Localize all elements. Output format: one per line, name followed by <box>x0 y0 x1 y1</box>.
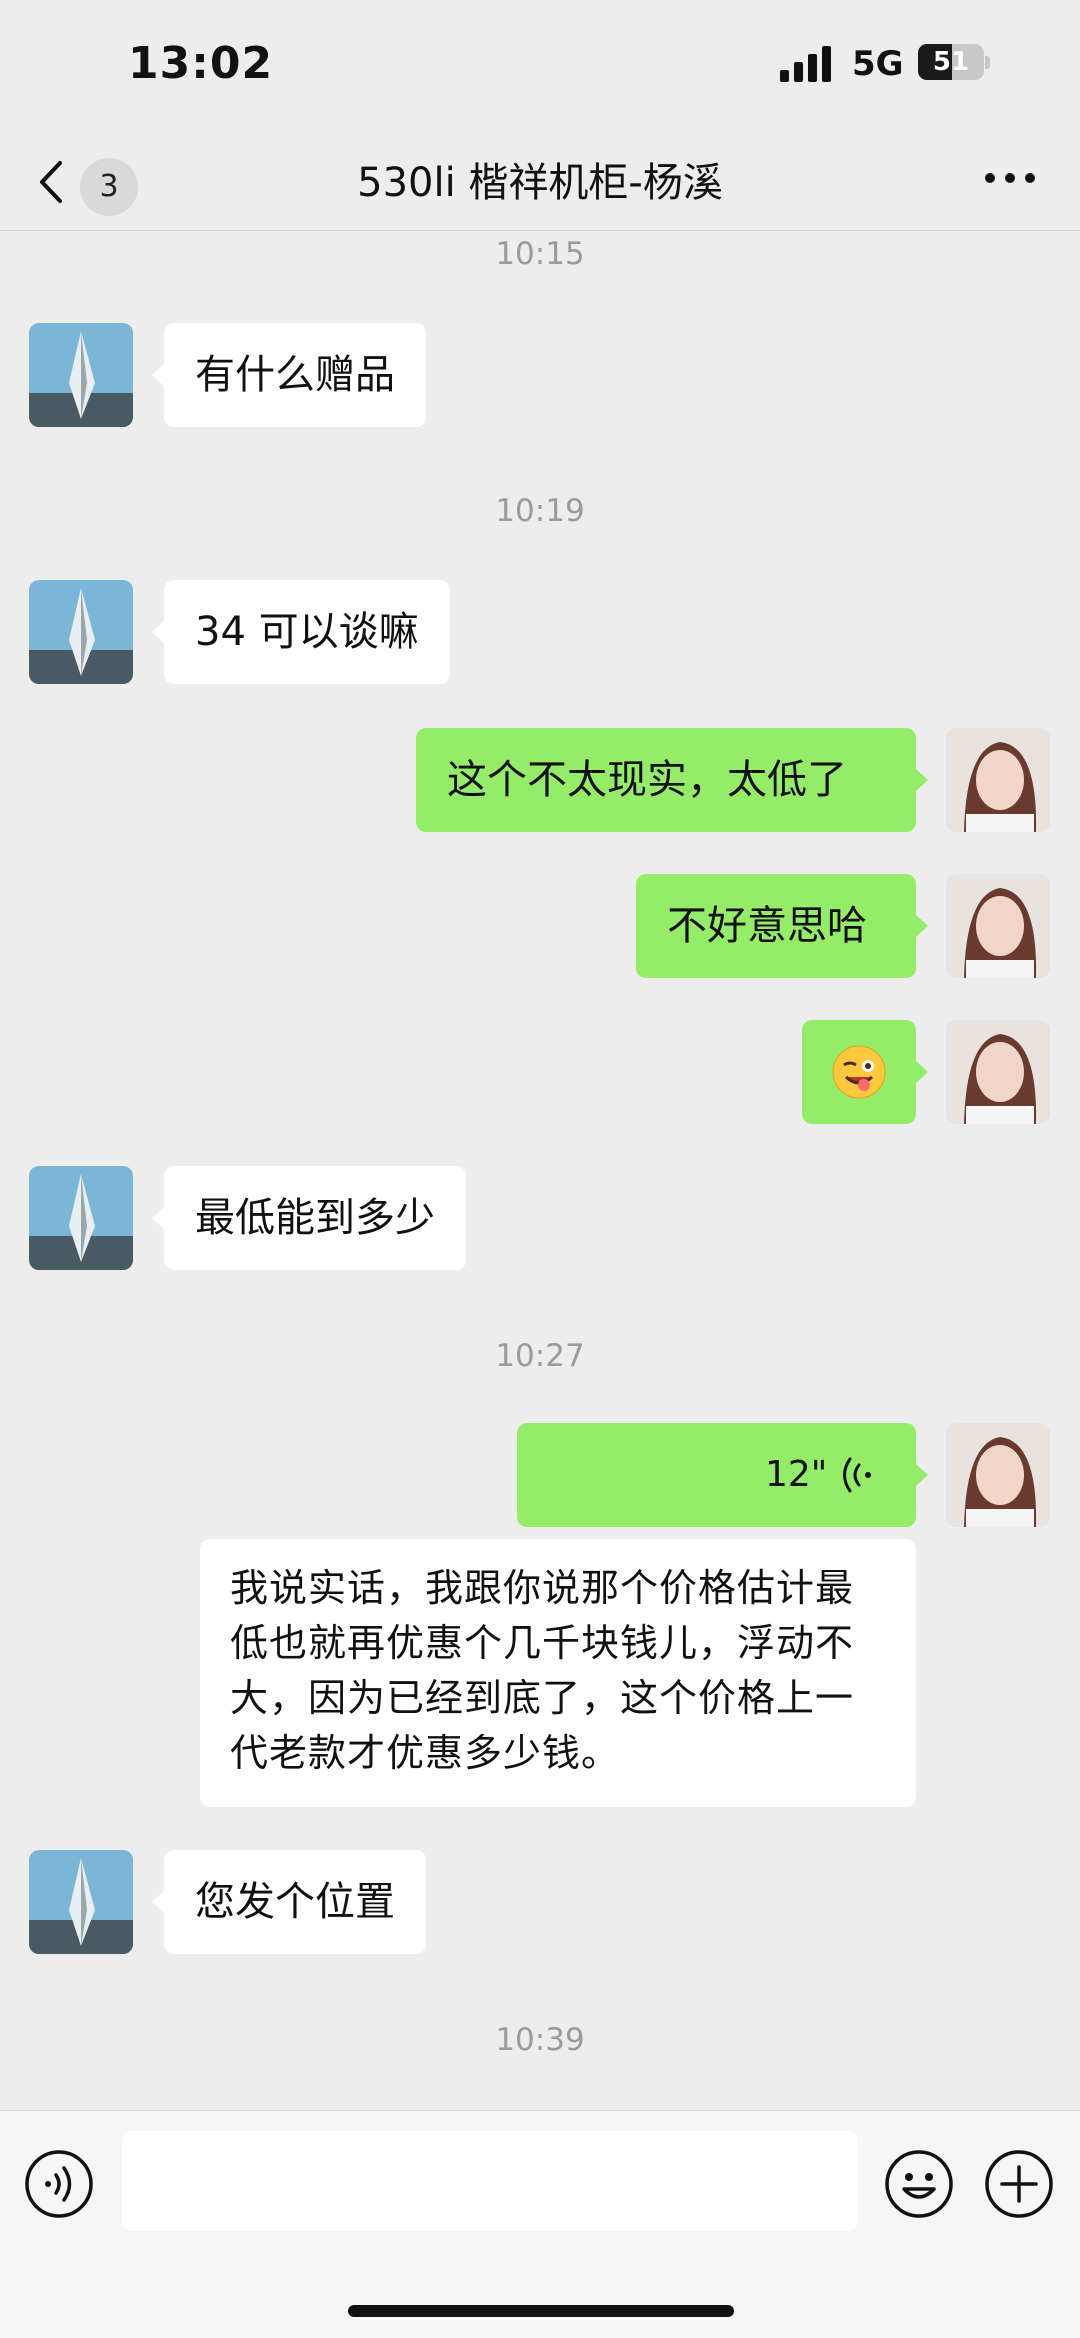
contact-avatar-image <box>29 1850 133 1954</box>
bubble-tail <box>916 915 928 937</box>
battery-cap <box>985 56 990 69</box>
my-avatar[interactable] <box>946 1423 1050 1527</box>
message-timestamp: 10:39 <box>495 2022 585 2058</box>
voice-input-icon[interactable] <box>24 2149 94 2219</box>
add-icon[interactable] <box>984 2149 1054 2219</box>
bubble-tail <box>916 1061 928 1083</box>
voice-wave-icon <box>843 1457 871 1493</box>
my-avatar[interactable] <box>946 874 1050 978</box>
contact-avatar-image <box>29 323 133 427</box>
bubble-tail <box>152 1891 164 1913</box>
winking-tongue-emoji-icon <box>832 1045 886 1099</box>
incoming-message[interactable]: 您发个位置 <box>164 1850 426 1954</box>
voice-duration: 12" <box>765 1454 828 1495</box>
input-bar <box>0 2110 1080 2338</box>
contact-avatar[interactable] <box>29 1850 133 1954</box>
cellular-signal-icon <box>780 46 831 82</box>
incoming-message[interactable]: 有什么赠品 <box>164 323 426 427</box>
bubble-tail <box>152 1207 164 1229</box>
bubble-tail <box>916 769 928 791</box>
my-avatar[interactable] <box>946 1020 1050 1124</box>
message-list[interactable]: 10:15 有什么赠品 10:19 34 可以谈嘛 这个不太现实，太低了 不好意… <box>0 231 1080 2110</box>
my-avatar-image <box>946 874 1050 978</box>
bubble-tail <box>152 364 164 386</box>
my-avatar-image <box>946 728 1050 832</box>
message-input[interactable] <box>122 2131 858 2231</box>
more-options-icon[interactable] <box>980 158 1040 198</box>
battery-indicator: 51 <box>918 44 990 82</box>
chevron-left-icon <box>40 161 62 203</box>
bubble-tail <box>152 621 164 643</box>
contact-avatar-image <box>29 1166 133 1270</box>
back-button[interactable]: 3 <box>28 146 148 216</box>
outgoing-message[interactable]: 这个不太现实，太低了 <box>416 728 916 832</box>
my-avatar[interactable] <box>946 728 1050 832</box>
home-indicator[interactable] <box>348 2305 734 2317</box>
chat-header: 530li 楷祥机柜-杨溪 3 <box>0 128 1080 231</box>
contact-avatar[interactable] <box>29 1166 133 1270</box>
incoming-message[interactable]: 最低能到多少 <box>164 1166 466 1270</box>
voice-transcript[interactable]: 我说实话，我跟你说那个价格估计最低也就再优惠个几千块钱儿，浮动不大，因为已经到底… <box>200 1539 916 1807</box>
status-bar: 13:02 5G 51 <box>0 0 1080 128</box>
contact-avatar-image <box>29 580 133 684</box>
bubble-tail <box>916 1464 928 1486</box>
incoming-message[interactable]: 34 可以谈嘛 <box>164 580 450 684</box>
network-type-label: 5G <box>852 44 904 84</box>
emoji-icon[interactable] <box>884 2149 954 2219</box>
outgoing-voice-message[interactable]: 12" <box>517 1423 916 1527</box>
contact-avatar[interactable] <box>29 323 133 427</box>
unread-count-badge: 3 <box>80 158 138 216</box>
outgoing-message[interactable]: 不好意思哈 <box>636 874 916 978</box>
contact-avatar[interactable] <box>29 580 133 684</box>
status-time: 13:02 <box>128 38 274 89</box>
my-avatar-image <box>946 1020 1050 1124</box>
outgoing-emoji-message[interactable] <box>802 1020 916 1124</box>
chat-title: 530li 楷祥机柜-杨溪 <box>357 160 723 206</box>
message-timestamp: 10:27 <box>495 1338 585 1374</box>
message-timestamp: 10:15 <box>495 236 585 272</box>
my-avatar-image <box>946 1423 1050 1527</box>
message-timestamp: 10:19 <box>495 493 585 529</box>
battery-percentage: 51 <box>932 47 970 77</box>
